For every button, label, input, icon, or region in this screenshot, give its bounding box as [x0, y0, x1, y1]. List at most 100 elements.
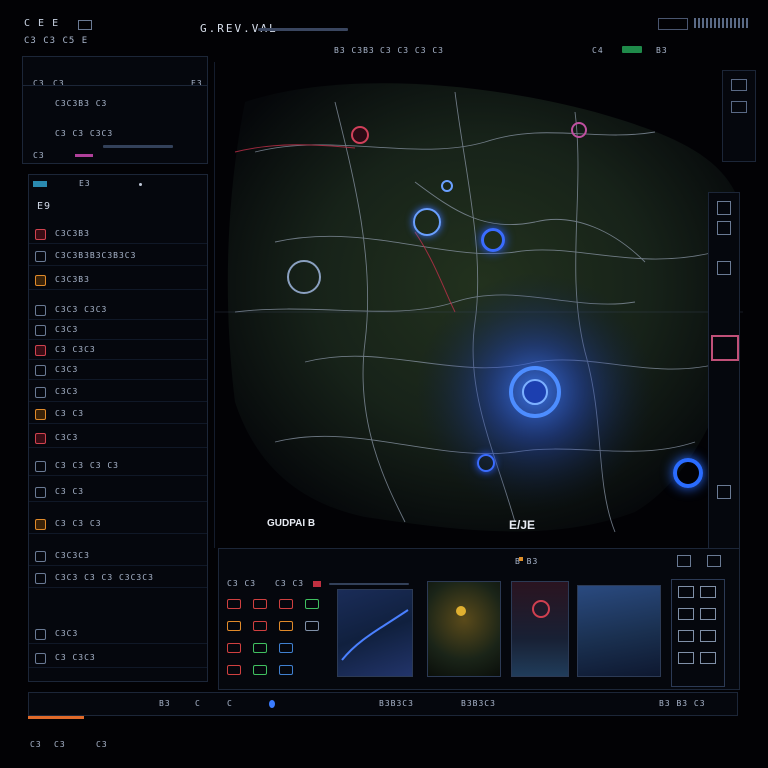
- toolbar-icon[interactable]: [717, 221, 731, 235]
- grid-icon[interactable]: [279, 599, 293, 609]
- grid-icon[interactable]: [227, 643, 241, 653]
- item-label: E9: [37, 201, 52, 212]
- alert-icon: [35, 433, 46, 444]
- map-marker-blue[interactable]: [481, 228, 505, 252]
- tab-2[interactable]: C3 C3 C3 C3: [380, 46, 444, 55]
- window-control-icon[interactable]: [78, 20, 92, 30]
- status-item-1[interactable]: B3: [159, 699, 171, 708]
- map-marker-white-ring[interactable]: [287, 260, 321, 294]
- list-item[interactable]: C3C3B3: [29, 225, 207, 244]
- list-item-label: C3C3B3B3C3B3C3: [55, 251, 137, 260]
- map-canvas[interactable]: [215, 62, 743, 548]
- toolbar-icon[interactable]: [717, 261, 731, 275]
- grid-icon[interactable]: [253, 599, 267, 609]
- list-item-label: C3C3B3: [55, 229, 90, 238]
- mini-icon[interactable]: [731, 79, 747, 91]
- list-item[interactable]: C3C3 C3 C3 C3C3C3: [29, 569, 207, 588]
- grid-icon[interactable]: [227, 599, 241, 609]
- left-top-row-3[interactable]: C3: [33, 151, 45, 160]
- list-item[interactable]: C3C3B3B3C3B3C3: [29, 247, 207, 266]
- left-panel-header: E3: [79, 179, 91, 188]
- list-item[interactable]: C3C3 C3C3: [29, 301, 207, 320]
- tab-3[interactable]: C4: [592, 46, 604, 55]
- mini-icon[interactable]: [731, 101, 747, 113]
- footer-icon-2[interactable]: C3: [54, 740, 66, 749]
- toolbar-icon[interactable]: [717, 201, 731, 215]
- icon-tile[interactable]: [700, 608, 716, 620]
- grid-icon[interactable]: [227, 665, 241, 675]
- list-item-label: C3 C3C3: [55, 345, 96, 354]
- bottom-tab-button[interactable]: [677, 555, 691, 567]
- footer-icon-1[interactable]: C3: [30, 740, 42, 749]
- status-item-3[interactable]: C: [227, 699, 233, 708]
- list-item[interactable]: C3C3: [29, 429, 207, 448]
- list-item[interactable]: C3 C3: [29, 405, 207, 424]
- left-top-header-3[interactable]: E3: [191, 79, 203, 88]
- main-menu[interactable]: C3 C3 C5 E: [24, 36, 88, 46]
- left-top-row-2[interactable]: C3 C3 C3C3: [55, 129, 113, 138]
- list-item[interactable]: C3 C3: [29, 483, 207, 502]
- grid-icon[interactable]: [305, 599, 319, 609]
- status-item-5[interactable]: B3B3C3: [461, 699, 496, 708]
- map-marker-right[interactable]: [673, 458, 703, 488]
- list-item[interactable]: C3C3: [29, 625, 207, 644]
- list-item[interactable]: C3 C3C3: [29, 649, 207, 668]
- toolbar-icon[interactable]: [717, 485, 731, 499]
- thumbnail-3[interactable]: [511, 581, 569, 677]
- slider-track[interactable]: [329, 583, 409, 585]
- icon-tile[interactable]: [678, 586, 694, 598]
- list-item[interactable]: C3 C3C3: [29, 341, 207, 360]
- grid-icon[interactable]: [305, 621, 319, 631]
- icon-tile[interactable]: [700, 630, 716, 642]
- map-marker-small[interactable]: [441, 180, 453, 192]
- left-top-header-2[interactable]: C3: [53, 79, 65, 88]
- icon-tile[interactable]: [678, 630, 694, 642]
- thumbnail-1[interactable]: [337, 589, 413, 677]
- list-item[interactable]: C3 C3 C3: [29, 515, 207, 534]
- tab-1[interactable]: B3 C3B3: [334, 46, 375, 55]
- map-marker-bottom[interactable]: [477, 454, 495, 472]
- list-item[interactable]: C3C3: [29, 361, 207, 380]
- map-marker-red[interactable]: [351, 126, 369, 144]
- map-view[interactable]: GUDPAI B E/JE: [214, 62, 743, 548]
- list-item[interactable]: C3C3B3: [29, 271, 207, 290]
- bottom-tab-1[interactable]: C3 C3: [227, 579, 256, 588]
- list-item-label: C3C3: [55, 433, 79, 442]
- icon-tile[interactable]: [678, 652, 694, 664]
- icon-tile[interactable]: [700, 652, 716, 664]
- bottom-tab-2[interactable]: C3 C3: [275, 579, 304, 588]
- grid-icon[interactable]: [279, 621, 293, 631]
- left-top-row-1[interactable]: C3C3B3 C3: [55, 99, 107, 108]
- app-menu-top-left[interactable]: C E E: [24, 18, 59, 29]
- grid-icon[interactable]: [253, 665, 267, 675]
- list-item-label: C3 C3 C3 C3: [55, 461, 119, 470]
- list-item[interactable]: C3C3: [29, 321, 207, 340]
- grid-icon[interactable]: [253, 643, 267, 653]
- icon-tile[interactable]: [700, 586, 716, 598]
- status-item-4[interactable]: B3B3C3: [379, 699, 414, 708]
- map-marker-pink[interactable]: [571, 122, 587, 138]
- list-item-label: C3C3: [55, 387, 79, 396]
- bottom-tab-button[interactable]: [707, 555, 721, 567]
- list-item[interactable]: C3 C3 C3 C3: [29, 457, 207, 476]
- status-item-2[interactable]: C: [195, 699, 201, 708]
- list-item-label: C3 C3: [55, 409, 85, 418]
- list-icon: [35, 325, 46, 336]
- left-main-panel: E3 E9 C3C3B3 C3C3B3B3C3B3C3 C3C3B3 C3C3 …: [28, 174, 208, 682]
- list-item[interactable]: C3C3: [29, 383, 207, 402]
- footer-icon-3[interactable]: C3: [96, 740, 108, 749]
- grid-icon[interactable]: [279, 643, 293, 653]
- thumbnail-2[interactable]: [427, 581, 501, 677]
- window-button[interactable]: [658, 18, 688, 30]
- status-item-6[interactable]: B3 B3 C3: [659, 699, 706, 708]
- icon-tile[interactable]: [678, 608, 694, 620]
- thumbnail-4[interactable]: [577, 585, 661, 677]
- toolbar-icon-highlight[interactable]: [711, 335, 739, 361]
- grid-icon[interactable]: [279, 665, 293, 675]
- thumb-marker: [456, 606, 466, 616]
- list-item[interactable]: C3C3C3: [29, 547, 207, 566]
- grid-icon[interactable]: [227, 621, 241, 631]
- grid-icon[interactable]: [253, 621, 267, 631]
- left-top-header-1[interactable]: C3: [33, 79, 45, 88]
- map-marker-blue-ring[interactable]: [413, 208, 441, 236]
